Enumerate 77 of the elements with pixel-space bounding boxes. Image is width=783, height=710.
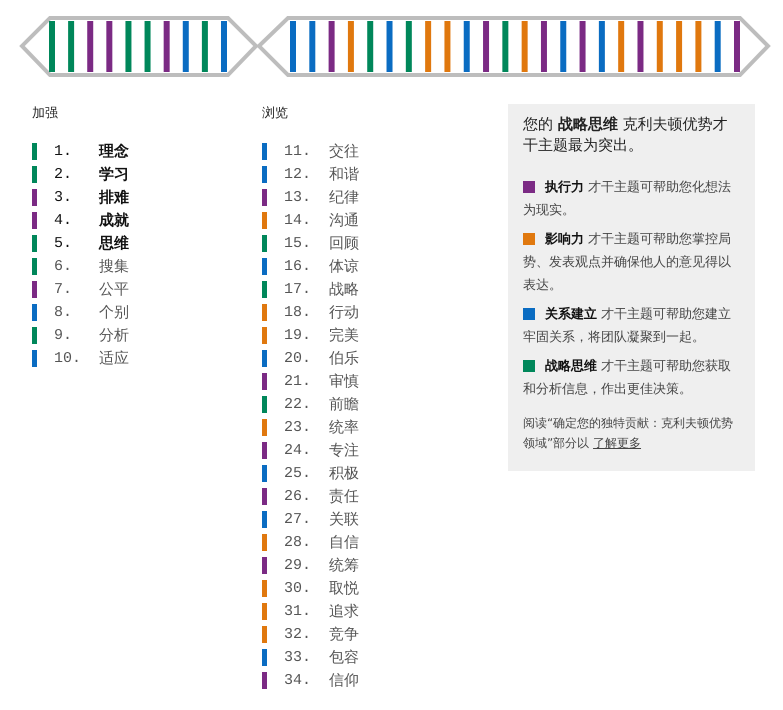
theme-name: 理念: [99, 142, 129, 161]
theme-name: 公平: [99, 280, 129, 299]
theme-name: 体谅: [329, 257, 359, 276]
rank-number: 9.: [54, 327, 74, 344]
theme-name: 取悦: [329, 579, 359, 598]
rank-number: 23.: [284, 419, 312, 436]
rank-number: 3.: [54, 189, 74, 206]
rank-number: 32.: [284, 626, 312, 643]
rank-number: 18.: [284, 304, 312, 321]
column-heading: 浏览: [262, 105, 289, 120]
theme-name: 成就: [99, 211, 129, 230]
legend-intro: 您的 战略思维 克利夫顿优势才干主题最为突出。: [523, 114, 729, 156]
rank-number: 16.: [284, 258, 312, 275]
theme-name: 自信: [329, 533, 359, 552]
rank-number: 15.: [284, 235, 312, 252]
theme-name: 搜集: [99, 257, 129, 276]
theme-name: 和谐: [329, 165, 359, 184]
rank-number: 2.: [54, 166, 74, 183]
domain-description: 执行力 才干主题可帮助您化想法为现实。: [523, 179, 732, 220]
theme-name: 交往: [329, 142, 359, 161]
theme-name: 竞争: [329, 625, 359, 644]
rank-number: 4.: [54, 212, 74, 229]
domain-description: 影响力 才干主题可帮助您掌控局势、发表观点并确保他人的意见得以表达。: [523, 231, 732, 295]
theme-name: 分析: [99, 326, 129, 345]
theme-name: 包容: [329, 648, 359, 667]
rank-number: 31.: [284, 603, 312, 620]
rank-number: 6.: [54, 258, 74, 275]
theme-name: 学习: [99, 165, 129, 184]
rank-number: 24.: [284, 442, 312, 459]
rank-number: 17.: [284, 281, 312, 298]
rank-number: 21.: [284, 373, 312, 390]
footer-note: 阅读“确定您的独特贡献：克利夫顿优势领域”部分以 了解更多: [523, 415, 734, 452]
rank-number: 20.: [284, 350, 312, 367]
theme-name: 思维: [99, 234, 129, 253]
rank-number: 11.: [284, 143, 312, 160]
theme-name: 完美: [329, 326, 359, 345]
rank-number: 34.: [284, 672, 312, 689]
rank-number: 22.: [284, 396, 312, 413]
rank-number: 27.: [284, 511, 312, 528]
theme-name: 排难: [99, 188, 129, 207]
rank-number: 33.: [284, 649, 312, 666]
rank-number: 25.: [284, 465, 312, 482]
theme-name: 纪律: [329, 188, 359, 207]
rank-number: 12.: [284, 166, 312, 183]
theme-name: 追求: [329, 602, 359, 621]
theme-name: 沟通: [329, 211, 359, 230]
learn-more-link[interactable]: 了解更多: [593, 436, 642, 450]
rank-number: 13.: [284, 189, 312, 206]
theme-name: 审慎: [329, 372, 359, 391]
theme-name: 统率: [329, 418, 359, 437]
theme-name: 伯乐: [329, 349, 359, 368]
rank-number: 26.: [284, 488, 312, 505]
domain-description: 战略思维 才干主题可帮助您获取和分析信息，作出更佳决策。: [523, 358, 732, 399]
theme-name: 积极: [329, 464, 359, 483]
theme-name: 回顾: [329, 234, 359, 253]
rank-number: 28.: [284, 534, 312, 551]
rank-number: 30.: [284, 580, 312, 597]
theme-name: 信仰: [329, 671, 359, 690]
rank-number: 7.: [54, 281, 74, 298]
theme-name: 关联: [329, 510, 359, 529]
rank-number: 1.: [54, 143, 74, 160]
column-heading: 加强: [32, 105, 59, 120]
rank-number: 10.: [54, 350, 82, 367]
theme-name: 责任: [329, 487, 359, 506]
rank-number: 29.: [284, 557, 312, 574]
theme-name: 专注: [329, 441, 359, 460]
rank-number: 14.: [284, 212, 312, 229]
theme-name: 前瞻: [329, 395, 359, 414]
domain-description: 关系建立 才干主题可帮助您建立牢固关系，将团队凝聚到一起。: [523, 306, 732, 347]
theme-name: 战略: [329, 280, 359, 299]
theme-name: 行动: [329, 303, 359, 322]
rank-number: 5.: [54, 235, 74, 252]
theme-name: 统筹: [329, 556, 359, 575]
theme-name: 个别: [99, 303, 129, 322]
theme-name: 适应: [99, 349, 129, 368]
rank-number: 8.: [54, 304, 74, 321]
rank-number: 19.: [284, 327, 312, 344]
